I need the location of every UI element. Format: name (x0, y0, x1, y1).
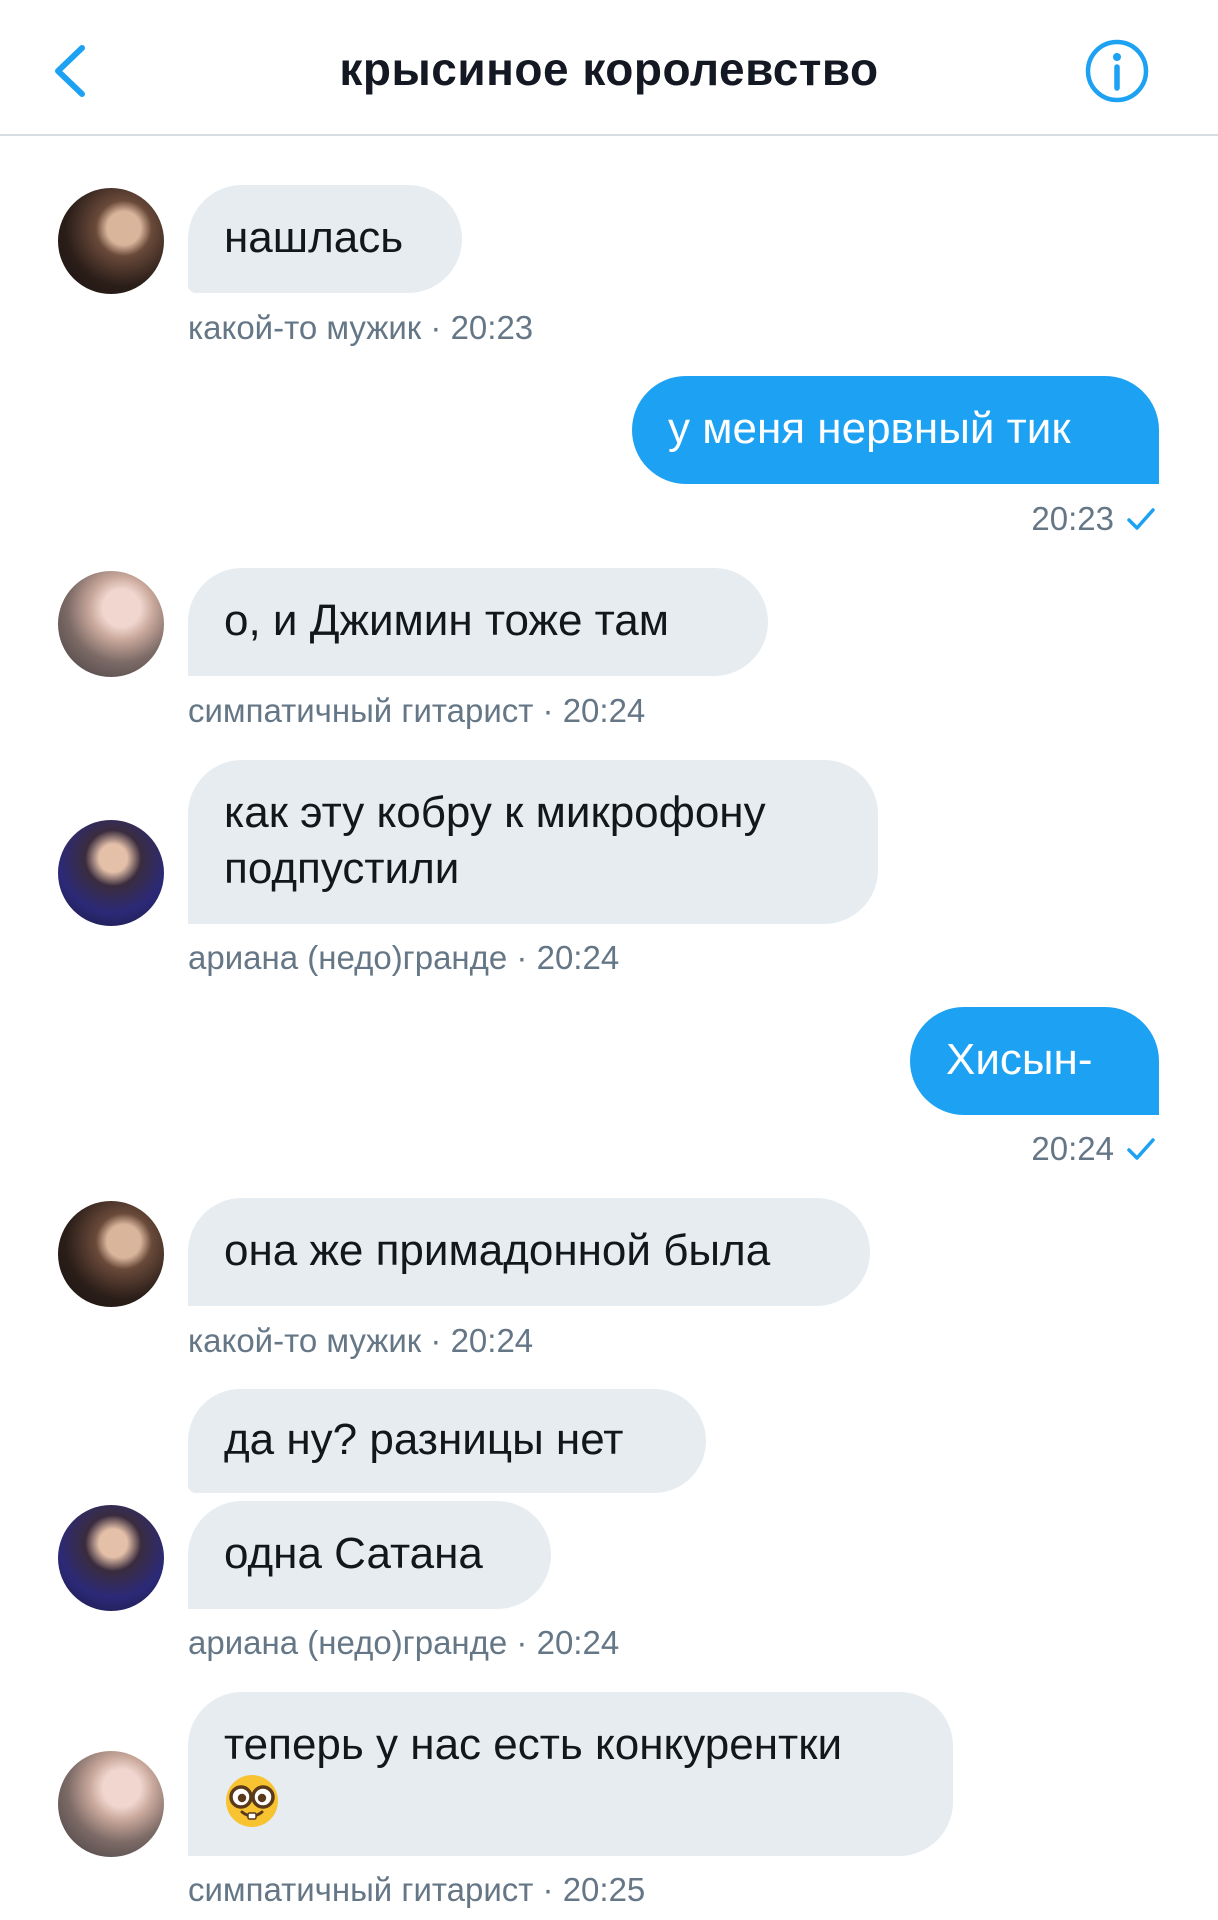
message-bubble-outgoing[interactable]: у меня нервный тик (632, 376, 1159, 484)
conversation-title: крысиное королевство (339, 43, 879, 95)
avatar[interactable] (58, 820, 164, 926)
sender-name: какой-то мужик (188, 1322, 422, 1359)
avatar[interactable] (58, 1201, 164, 1307)
message-meta: какой-то мужик · 20:24 (188, 1322, 534, 1359)
message-time: 20:25 (562, 1871, 646, 1908)
message-text: она же примадонной была (224, 1226, 771, 1275)
message-bubble[interactable]: о, и Джимин тоже там (188, 568, 768, 676)
avatar[interactable] (58, 188, 164, 294)
message-meta: 20:24 (1031, 1130, 1156, 1168)
avatar[interactable] (58, 1505, 164, 1611)
checkmark-icon (1127, 508, 1155, 530)
avatar[interactable] (58, 1751, 164, 1857)
message-bubble[interactable]: нашлась (188, 185, 462, 293)
sender-name: ариана (недо)гранде (188, 939, 517, 976)
message-time: 20:23 (450, 309, 534, 346)
avatar[interactable] (58, 571, 164, 677)
message-time: 20:24 (562, 692, 646, 729)
message-text: да ну? разницы нет (224, 1415, 624, 1464)
message-meta: симпатичный гитарист · 20:25 (188, 1871, 646, 1908)
sender-name: ариана (недо)гранде (188, 1624, 517, 1661)
info-button[interactable] (1084, 38, 1150, 104)
message-text: одна Сатана (224, 1529, 483, 1578)
message-text: как эту кобру к микрофону подпустили (224, 788, 766, 893)
message-text: нашлась (224, 213, 404, 262)
message-time: 20:23 (1031, 500, 1114, 537)
message-text: о, и Джимин тоже там (224, 596, 670, 645)
message-meta: какой-то мужик · 20:23 (188, 309, 534, 346)
message-bubble[interactable]: она же примадонной была (188, 1198, 870, 1306)
sender-name: симпатичный гитарист (188, 692, 534, 729)
checkmark-icon (1127, 1138, 1155, 1160)
message-bubble[interactable]: одна Сатана (188, 1501, 551, 1609)
info-icon (1085, 39, 1149, 103)
message-meta: симпатичный гитарист · 20:24 (188, 692, 646, 729)
message-text: Хисын- (946, 1035, 1093, 1084)
message-text: у меня нервный тик (668, 404, 1071, 453)
message-time: 20:24 (450, 1322, 534, 1359)
message-time: 20:24 (1031, 1130, 1114, 1167)
nerd-face-emoji (226, 1775, 278, 1827)
message-meta: ариана (недо)гранде · 20:24 (188, 939, 620, 976)
message-time: 20:24 (536, 939, 620, 976)
conversation-header: крысиное королевство (0, 0, 1218, 136)
message-meta: 20:23 (1031, 500, 1156, 538)
message-bubble-outgoing[interactable]: Хисын- (910, 1007, 1159, 1115)
message-text: теперь у нас есть конкурентки (224, 1720, 843, 1769)
message-bubble[interactable]: да ну? разницы нет (188, 1389, 706, 1493)
sender-name: симпатичный гитарист (188, 1871, 534, 1908)
message-time: 20:24 (536, 1624, 620, 1661)
message-meta: ариана (недо)гранде · 20:24 (188, 1624, 620, 1661)
message-thread[interactable]: нашлась какой-то мужик · 20:23 у меня не… (0, 136, 1218, 1920)
sender-name: какой-то мужик (188, 309, 422, 346)
message-bubble[interactable]: как эту кобру к микрофону подпустили (188, 760, 878, 924)
message-bubble[interactable]: теперь у нас есть конкурентки (188, 1692, 953, 1856)
